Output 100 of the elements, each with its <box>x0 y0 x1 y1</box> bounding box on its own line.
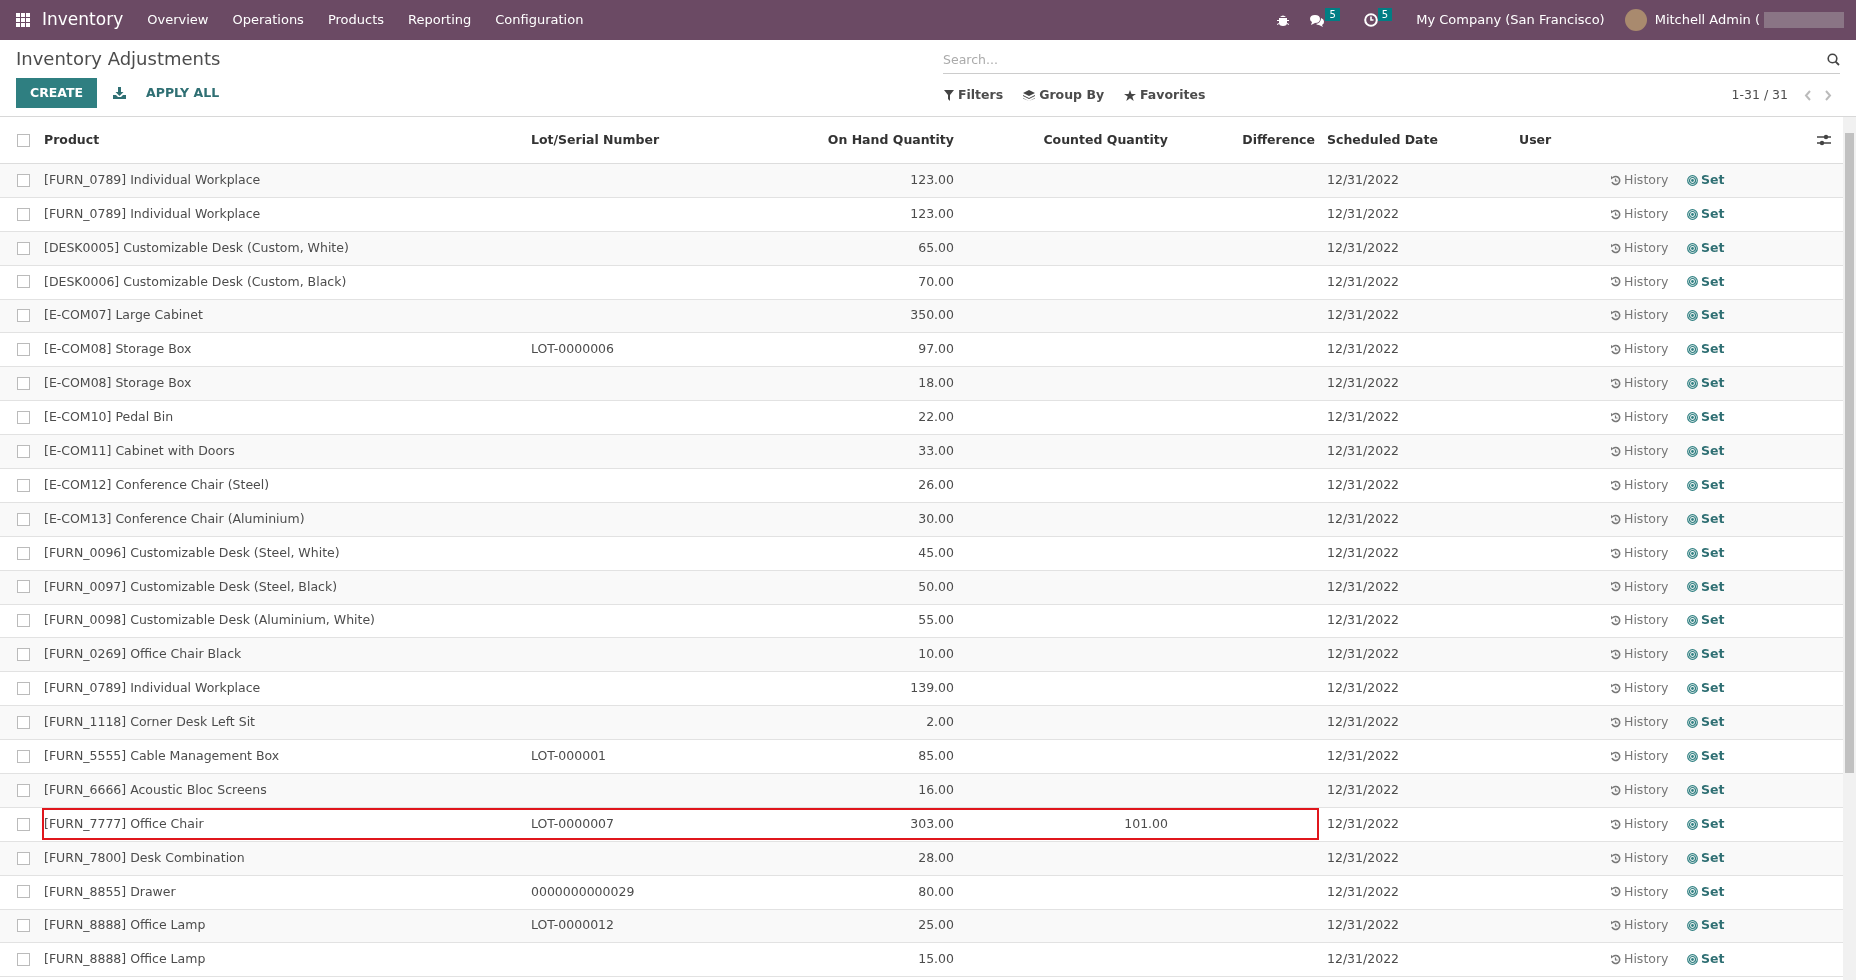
history-button[interactable]: History <box>1610 848 1669 868</box>
set-button[interactable]: Set <box>1687 441 1725 461</box>
clock-icon[interactable] <box>1363 13 1378 27</box>
row-checkbox[interactable] <box>17 715 30 729</box>
row-checkbox[interactable] <box>17 682 30 696</box>
history-button[interactable]: History <box>1610 272 1669 292</box>
row-checkbox[interactable] <box>17 410 30 424</box>
history-button[interactable]: History <box>1610 747 1669 766</box>
menu-item[interactable]: Reporting <box>408 10 472 30</box>
history-button[interactable]: History <box>1610 780 1669 800</box>
row-checkbox[interactable] <box>17 207 30 221</box>
select-all-checkbox[interactable] <box>17 133 30 147</box>
chevron-right-icon[interactable] <box>1824 89 1832 101</box>
history-button[interactable]: History <box>1610 916 1669 936</box>
set-button[interactable]: Set <box>1687 848 1725 868</box>
set-button[interactable]: Set <box>1687 916 1725 936</box>
set-button[interactable]: Set <box>1687 780 1725 800</box>
filters-button[interactable]: Filters <box>944 86 1004 105</box>
row-checkbox[interactable] <box>17 919 30 933</box>
group-by-button[interactable]: Group By <box>1023 86 1105 105</box>
history-button[interactable]: History <box>1610 374 1669 393</box>
row-checkbox[interactable] <box>17 173 30 187</box>
row-checkbox[interactable] <box>17 512 30 526</box>
row-checkbox[interactable] <box>17 648 30 662</box>
history-button[interactable]: History <box>1610 950 1669 970</box>
set-button[interactable]: Set <box>1687 238 1725 258</box>
row-checkbox[interactable] <box>17 953 30 967</box>
column-header[interactable]: Difference <box>1242 131 1315 147</box>
chat-icon[interactable] <box>1309 13 1326 27</box>
set-button[interactable]: Set <box>1687 408 1725 427</box>
menu-item[interactable]: Overview <box>147 10 209 30</box>
user-menu[interactable]: Mitchell Admin ( <box>1654 10 1760 30</box>
history-button[interactable]: History <box>1610 408 1669 427</box>
row-checkbox[interactable] <box>17 478 30 492</box>
set-button[interactable]: Set <box>1687 543 1725 563</box>
row-checkbox[interactable] <box>17 783 30 797</box>
set-button[interactable]: Set <box>1687 509 1725 529</box>
row-checkbox[interactable] <box>17 377 30 391</box>
bug-icon[interactable] <box>1277 13 1290 27</box>
set-button[interactable]: Set <box>1687 882 1725 902</box>
row-checkbox[interactable] <box>17 749 30 763</box>
set-button[interactable]: Set <box>1687 306 1725 326</box>
row-checkbox[interactable] <box>17 241 30 255</box>
pager-value[interactable]: 1-31 / 31 <box>1731 86 1788 105</box>
create-button[interactable]: CREATE <box>16 78 98 108</box>
history-button[interactable]: History <box>1610 170 1669 190</box>
search-field[interactable]: Search... <box>943 46 1840 74</box>
company-switcher[interactable]: My Company (San Francisco) <box>1416 10 1605 30</box>
history-button[interactable]: History <box>1610 611 1669 631</box>
row-checkbox[interactable] <box>17 851 30 865</box>
search-icon[interactable] <box>1827 53 1840 66</box>
menu-item[interactable]: Configuration <box>495 10 584 30</box>
history-button[interactable]: History <box>1610 306 1669 326</box>
row-checkbox[interactable] <box>17 885 30 899</box>
set-button[interactable]: Set <box>1687 645 1725 665</box>
set-button[interactable]: Set <box>1687 950 1725 970</box>
set-button[interactable]: Set <box>1687 611 1725 631</box>
app-name[interactable]: Inventory <box>42 7 124 33</box>
set-button[interactable]: Set <box>1687 204 1725 224</box>
set-button[interactable]: Set <box>1687 340 1725 360</box>
column-header[interactable]: Product <box>44 131 100 147</box>
history-button[interactable]: History <box>1610 679 1669 698</box>
menu-item[interactable]: Operations <box>232 10 304 30</box>
row-checkbox[interactable] <box>17 546 30 560</box>
menu-item[interactable]: Products <box>327 10 385 30</box>
set-button[interactable]: Set <box>1687 679 1725 698</box>
history-button[interactable]: History <box>1610 882 1669 902</box>
set-button[interactable]: Set <box>1687 747 1725 766</box>
apply-all-button[interactable]: APPLY ALL <box>146 83 220 103</box>
row-checkbox[interactable] <box>17 309 30 323</box>
history-button[interactable]: History <box>1610 543 1669 563</box>
row-checkbox[interactable] <box>17 343 30 357</box>
history-button[interactable]: History <box>1610 713 1669 732</box>
history-button[interactable]: History <box>1610 509 1669 529</box>
history-button[interactable]: History <box>1610 645 1669 665</box>
history-button[interactable]: History <box>1610 204 1669 224</box>
set-button[interactable]: Set <box>1687 577 1725 597</box>
scrollbar[interactable] <box>1843 117 1856 980</box>
row-checkbox[interactable] <box>17 817 30 831</box>
column-header[interactable]: Lot/Serial Number <box>531 131 660 147</box>
history-button[interactable]: History <box>1610 441 1669 461</box>
set-button[interactable]: Set <box>1687 475 1725 495</box>
set-button[interactable]: Set <box>1687 814 1725 834</box>
column-header[interactable]: On Hand Quantity <box>827 131 954 147</box>
row-checkbox[interactable] <box>17 580 30 594</box>
chevron-left-icon[interactable] <box>1804 89 1812 101</box>
column-header[interactable]: User <box>1519 131 1552 147</box>
history-button[interactable]: History <box>1610 577 1669 597</box>
column-settings-icon[interactable] <box>1817 134 1831 146</box>
row-checkbox[interactable] <box>17 275 30 289</box>
row-checkbox[interactable] <box>17 614 30 628</box>
history-button[interactable]: History <box>1610 340 1669 360</box>
history-button[interactable]: History <box>1610 814 1669 834</box>
set-button[interactable]: Set <box>1687 170 1725 190</box>
set-button[interactable]: Set <box>1687 713 1725 732</box>
download-icon[interactable] <box>113 87 127 99</box>
app-grid-icon[interactable] <box>16 13 30 27</box>
set-button[interactable]: Set <box>1687 272 1725 292</box>
history-button[interactable]: History <box>1610 238 1669 258</box>
history-button[interactable]: History <box>1610 475 1669 495</box>
